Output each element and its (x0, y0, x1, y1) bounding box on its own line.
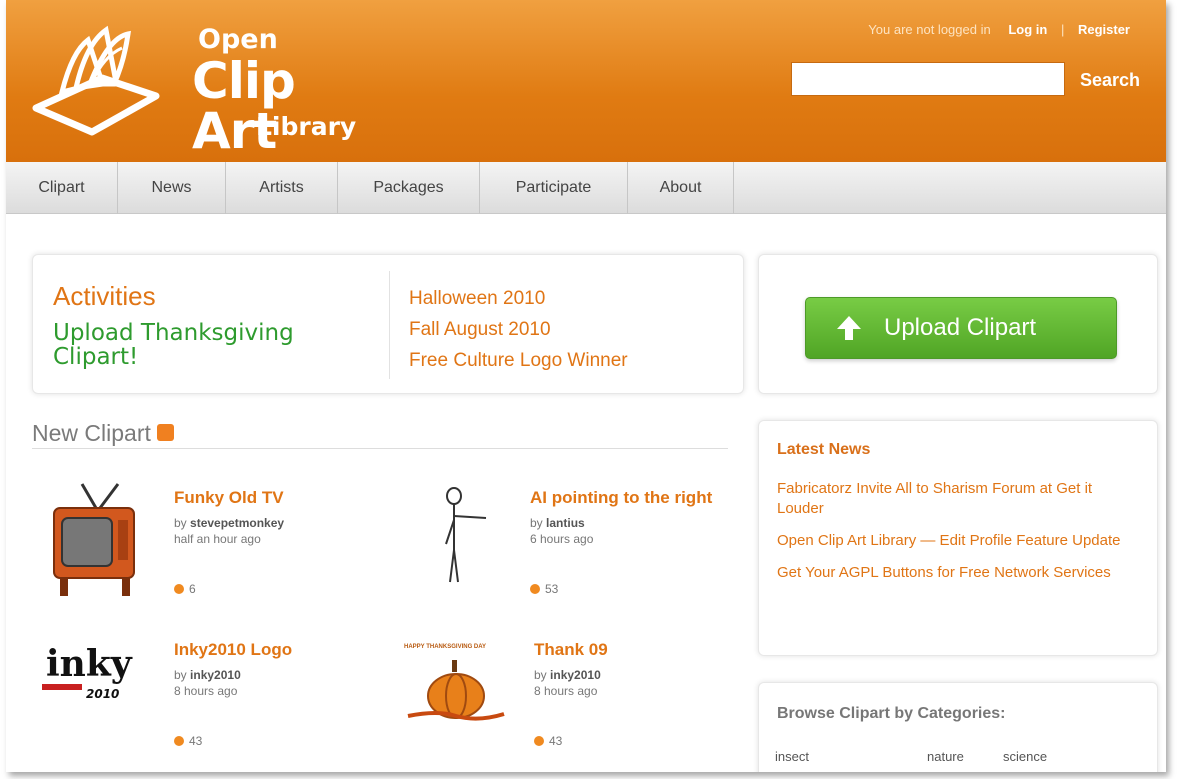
rss-icon[interactable] (156, 424, 174, 442)
logo-text-clip-art: Clip Art (192, 52, 296, 160)
clipart-favorites: 43 (174, 734, 202, 748)
clipart-item: inky 2010 Inky2010 Logo by inky2010 8 ho… (38, 634, 378, 772)
news-item[interactable]: Fabricatorz Invite All to Sharism Forum … (777, 479, 1137, 519)
clipart-favorites: 53 (530, 582, 558, 596)
category-link-nature[interactable]: nature (927, 749, 964, 764)
pumpkin-thumbnail[interactable]: HAPPY THANKSGIVING DAY (398, 634, 518, 754)
clipart-title[interactable]: Funky Old TV (174, 488, 284, 508)
clipart-favorites: 43 (534, 734, 562, 748)
activities-divider (389, 271, 390, 379)
nav-item-about[interactable]: About (628, 162, 734, 214)
up-arrow-icon (837, 316, 861, 340)
category-link-science[interactable]: science (1003, 749, 1047, 764)
logo-text-open: Open (198, 24, 278, 55)
upload-clipart-label: Upload Clipart (884, 314, 1037, 341)
clipart-title[interactable]: AI pointing to the right (530, 488, 712, 508)
latest-news-panel: Latest News Fabricatorz Invite All to Sh… (758, 420, 1158, 656)
news-list: Fabricatorz Invite All to Sharism Forum … (777, 479, 1137, 595)
clipart-author: by stevepetmonkey (174, 516, 285, 530)
clipart-author: by inky2010 (534, 668, 601, 682)
browse-categories-title: Browse Clipart by Categories: (777, 705, 1006, 722)
category-link-insect[interactable]: insect (775, 749, 809, 764)
clipart-time: half an hour ago (174, 532, 261, 546)
clipart-author-link[interactable]: lantius (546, 516, 585, 530)
main-nav: Clipart News Artists Packages Participat… (6, 162, 1166, 214)
clipart-author-link[interactable]: inky2010 (190, 668, 241, 682)
favorite-icon (174, 583, 184, 594)
upload-clipart-button[interactable]: Upload Clipart (805, 297, 1117, 359)
news-item[interactable]: Get Your AGPL Buttons for Free Network S… (777, 563, 1137, 583)
page-frame: Open Clip Art Library You are not logged… (6, 0, 1166, 772)
svg-text:HAPPY THANKSGIVING DAY: HAPPY THANKSGIVING DAY (404, 644, 486, 650)
clipart-time: 6 hours ago (530, 532, 594, 546)
clipart-author: by lantius (530, 516, 585, 530)
account-bar: You are not logged in Log in | Register (868, 22, 1130, 37)
new-clipart-divider (32, 448, 728, 449)
activity-link-logo-winner[interactable]: Free Culture Logo Winner (409, 345, 628, 376)
clipart-author-link[interactable]: inky2010 (550, 668, 601, 682)
favorite-icon (534, 735, 544, 746)
nav-item-clipart[interactable]: Clipart (6, 162, 118, 214)
search-button[interactable]: Search (1080, 70, 1140, 91)
site-logo[interactable]: Open Clip Art Library (32, 18, 372, 156)
account-separator: | (1060, 22, 1065, 37)
browse-categories-panel: Browse Clipart by Categories: insect nat… (758, 682, 1158, 772)
upload-thanksgiving-link[interactable]: Upload Thanksgiving Clipart! (53, 321, 353, 369)
clipart-author-link[interactable]: stevepetmonkey (190, 516, 284, 530)
nav-item-participate[interactable]: Participate (480, 162, 628, 214)
login-status: You are not logged in (868, 22, 991, 37)
clipart-author: by inky2010 (174, 668, 241, 682)
book-logo-icon (32, 25, 160, 136)
clipart-favorites: 6 (174, 582, 196, 596)
clipart-item: AI pointing to the right by lantius 6 ho… (394, 482, 734, 622)
svg-text:inky: inky (46, 643, 133, 685)
activity-link-fall[interactable]: Fall August 2010 (409, 314, 628, 345)
nav-item-news[interactable]: News (118, 162, 226, 214)
upload-panel: Upload Clipart (758, 254, 1158, 394)
clipart-title[interactable]: Thank 09 (534, 640, 608, 660)
favorite-icon (174, 735, 184, 746)
clipart-title[interactable]: Inky2010 Logo (174, 640, 292, 660)
funky-tv-thumbnail[interactable] (38, 482, 158, 602)
news-item[interactable]: Open Clip Art Library — Edit Profile Fea… (777, 531, 1137, 551)
svg-text:2010: 2010 (86, 687, 119, 701)
favorite-icon (530, 583, 540, 594)
latest-news-title: Latest News (777, 441, 871, 458)
activity-link-halloween[interactable]: Halloween 2010 (409, 283, 628, 314)
nav-item-packages[interactable]: Packages (338, 162, 480, 214)
clipart-time: 8 hours ago (534, 684, 598, 698)
activities-panel: Activities Upload Thanksgiving Clipart! … (32, 254, 744, 394)
new-clipart-heading: New Clipart (32, 420, 174, 447)
nav-item-artists[interactable]: Artists (226, 162, 338, 214)
site-header: Open Clip Art Library You are not logged… (6, 0, 1166, 162)
new-clipart-title: New Clipart (32, 420, 151, 446)
register-link[interactable]: Register (1078, 22, 1130, 37)
clipart-time: 8 hours ago (174, 684, 238, 698)
login-link[interactable]: Log in (1008, 22, 1047, 37)
inky-logo-thumbnail[interactable]: inky 2010 (38, 634, 158, 754)
pointing-figure-thumbnail[interactable] (394, 482, 514, 602)
activities-title: Activities (53, 281, 156, 311)
clipart-item: HAPPY THANKSGIVING DAY Thank 09 by inky2… (398, 634, 738, 772)
clipart-item: Funky Old TV by stevepetmonkey half an h… (38, 482, 378, 622)
search-input[interactable] (791, 62, 1065, 96)
logo-text-library: Library (256, 112, 357, 141)
activities-links: Halloween 2010 Fall August 2010 Free Cul… (409, 283, 628, 376)
